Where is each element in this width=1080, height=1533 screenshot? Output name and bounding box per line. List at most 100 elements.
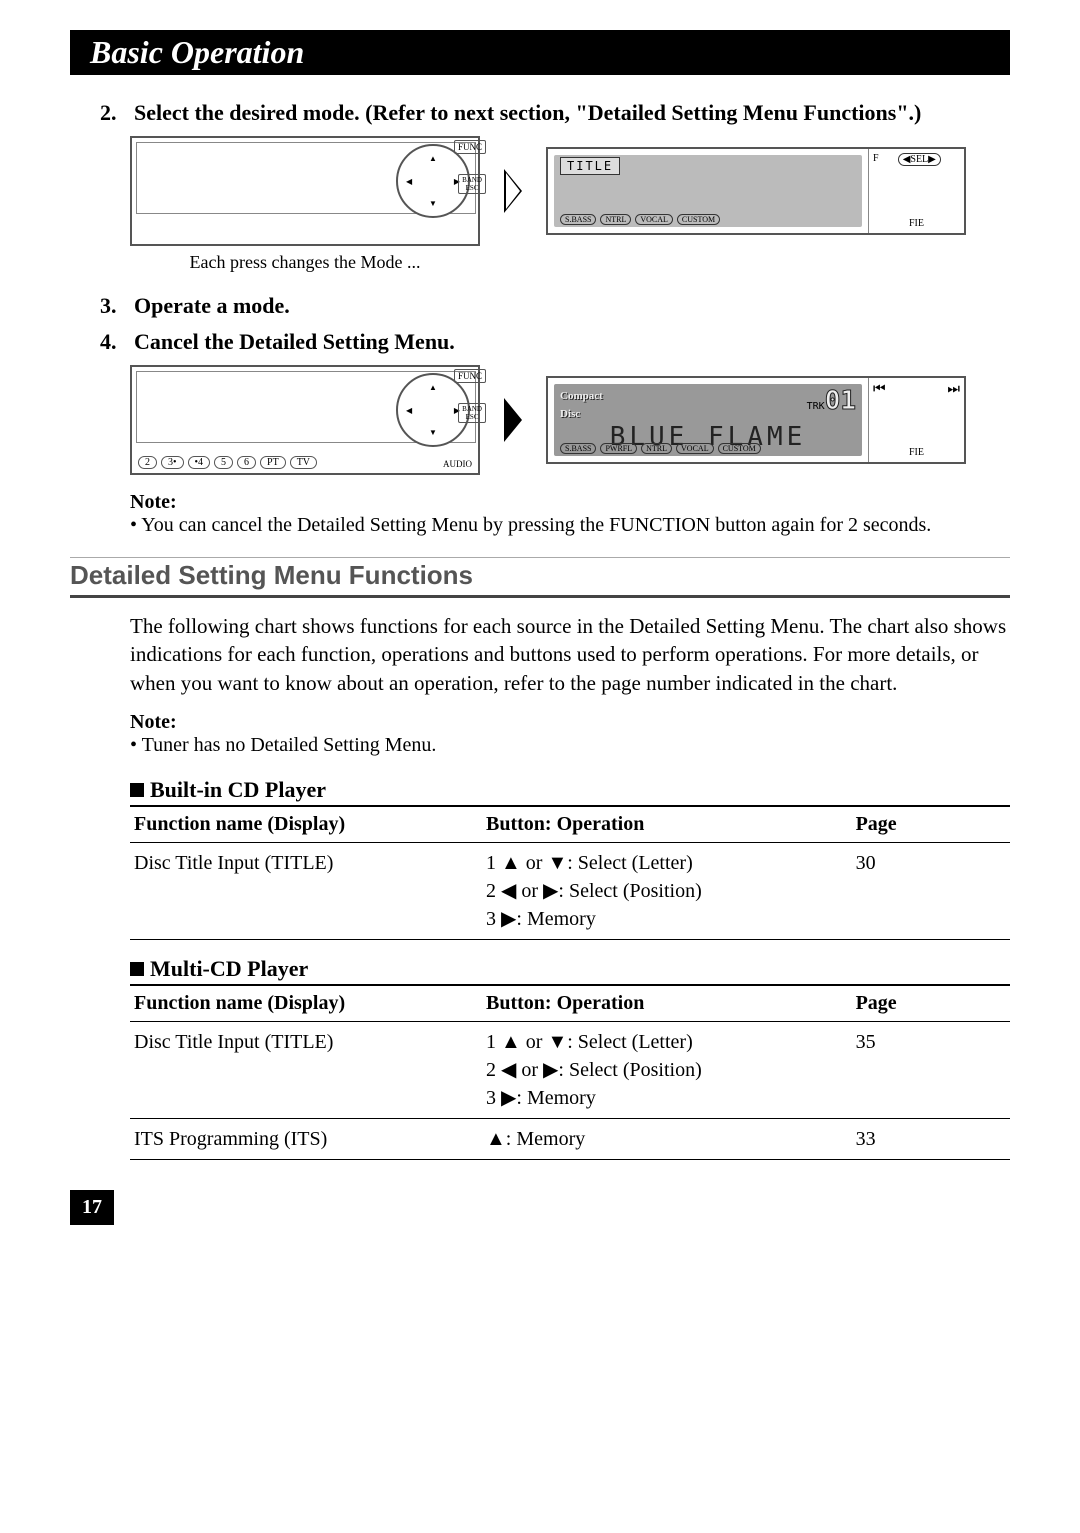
section-intro: The following chart shows functions for … [130, 612, 1010, 697]
lcd2-btm-0: S.BASS [560, 443, 596, 454]
device-knob: ▲ ▼ ◀ ▶ FUNC BAND ESC [396, 144, 470, 218]
step-3-text: Operate a mode. [134, 293, 290, 319]
lcd-f: F [873, 153, 879, 166]
next-icon: ⏭ [947, 382, 960, 398]
func-label-2: FUNC [454, 369, 486, 383]
section-title: Detailed Setting Menu Functions [70, 560, 473, 590]
illustration-row-1: ▲ ▼ ◀ ▶ FUNC BAND ESC TITLE S.BASS NTRL … [130, 136, 1010, 246]
table-mcd: Function name (Display) Button: Operatio… [130, 984, 1010, 1160]
btn-pt: PT [260, 456, 286, 469]
audio-label: AUDIO [443, 459, 472, 469]
lcd-play-screen: Compact Disc TRK01 BLUE FLAME S.BASS PWR… [546, 376, 966, 464]
lcd2-fie: FIE [873, 447, 960, 458]
lcd-side-2: ⏮ ⏭ FIE [868, 378, 964, 462]
table-row: ITS Programming (ITS) ▲: Memory 33 [130, 1119, 1010, 1160]
lcd-sel: ◀SEL▶ [898, 153, 941, 166]
caption-1: Each press changes the Mode ... [130, 252, 480, 273]
table-title-cd: Built-in CD Player [130, 777, 1010, 803]
btn-3: 3• [161, 456, 184, 469]
lcd-main: TITLE S.BASS NTRL VOCAL CUSTOM [554, 155, 862, 227]
page-title: Basic Operation [90, 34, 304, 70]
mcd-r1-op: ▲: Memory [482, 1119, 852, 1160]
lcd-bottom-labels-2: S.BASS PWRFL NTRL VOCAL CUSTOM [560, 443, 856, 454]
table-cd: Function name (Display) Button: Operatio… [130, 805, 1010, 940]
btn-2: 2 [138, 456, 157, 469]
th-op-2: Button: Operation [482, 985, 852, 1022]
th-op: Button: Operation [482, 806, 852, 843]
mcd-r0-pg: 35 [852, 1022, 1010, 1119]
arrow-up-icon: ▲ [429, 383, 437, 392]
lcd-main-2: Compact Disc TRK01 BLUE FLAME S.BASS PWR… [554, 384, 862, 456]
lcd-btm-3: VOCAL [635, 214, 673, 225]
note-block-2: Note: • Tuner has no Detailed Setting Me… [130, 711, 1010, 757]
cd-r0-pg: 30 [852, 843, 1010, 940]
page-title-band: Basic Operation [70, 30, 1010, 75]
arrow-up-icon: ▲ [429, 154, 437, 163]
lcd-btm-4: CUSTOM [677, 214, 720, 225]
device-num-buttons: 2 3• •4 5 6 PT TV [138, 456, 317, 469]
btn-4: •4 [188, 456, 211, 469]
lcd-bottom-labels: S.BASS NTRL VOCAL CUSTOM [560, 214, 856, 225]
step-3: 3. Operate a mode. [100, 293, 1010, 319]
th-fn: Function name (Display) [130, 806, 482, 843]
table-title-mcd: Multi-CD Player [130, 956, 1010, 982]
arrow-left-icon: ◀ [406, 406, 412, 415]
arrow-left-icon: ◀ [406, 177, 412, 186]
lcd-corner-title: TITLE [560, 157, 620, 175]
device-illustration-2: ▲ ▼ ◀ ▶ FUNC BAND ESC 2 3• •4 5 6 PT TV … [130, 365, 480, 475]
device-illustration-1: ▲ ▼ ◀ ▶ FUNC BAND ESC [130, 136, 480, 246]
step-4: 4. Cancel the Detailed Setting Menu. [100, 329, 1010, 355]
lcd-trk: TRK01 [807, 386, 856, 416]
step-3-num: 3. [100, 293, 134, 319]
arrow-right-solid-icon [504, 398, 522, 442]
device-knob-2: ▲ ▼ ◀ ▶ FUNC BAND ESC [396, 373, 470, 447]
arrow-down-icon: ▼ [429, 199, 437, 208]
arrow-right-hollow-icon [504, 169, 522, 213]
lcd-side: F ◀SEL▶ FIE [868, 149, 964, 233]
illustration-row-2: ▲ ▼ ◀ ▶ FUNC BAND ESC 2 3• •4 5 6 PT TV … [130, 365, 1010, 475]
page-number: 17 [70, 1190, 114, 1225]
lcd-compact-disc: Compact Disc [560, 390, 603, 420]
func-label: FUNC [454, 140, 486, 154]
note-label-1: Note: [130, 491, 1010, 514]
cd-r0-op: 1 ▲ or ▼: Select (Letter) 2 ◀ or ▶: Sele… [482, 843, 852, 940]
mcd-r0-fn: Disc Title Input (TITLE) [130, 1022, 482, 1119]
mcd-r1-fn: ITS Programming (ITS) [130, 1119, 482, 1160]
lcd-title-screen: TITLE S.BASS NTRL VOCAL CUSTOM F ◀SEL▶ F… [546, 147, 966, 235]
lcd2-btm-3: VOCAL [676, 443, 714, 454]
th-pg-2: Page [852, 985, 1010, 1022]
btn-5: 5 [214, 456, 233, 469]
th-fn-2: Function name (Display) [130, 985, 482, 1022]
note-block-1: Note: • You can cancel the Detailed Sett… [130, 491, 1010, 537]
cd-r0-fn: Disc Title Input (TITLE) [130, 843, 482, 940]
note-body-1: • You can cancel the Detailed Setting Me… [130, 514, 1010, 537]
step-4-text: Cancel the Detailed Setting Menu. [134, 329, 455, 355]
band-esc-label-2: BAND ESC [458, 403, 486, 423]
note-body-2: • Tuner has no Detailed Setting Menu. [130, 734, 1010, 757]
lcd-btm-0: S.BASS [560, 214, 596, 225]
band-esc-label: BAND ESC [458, 174, 486, 194]
step-2-num: 2. [100, 100, 134, 126]
mcd-r1-pg: 33 [852, 1119, 1010, 1160]
btn-6: 6 [237, 456, 256, 469]
arrow-down-icon: ▼ [429, 428, 437, 437]
th-pg: Page [852, 806, 1010, 843]
prev-icon: ⏮ [873, 382, 886, 398]
page: Basic Operation 2. Select the desired mo… [0, 0, 1080, 1255]
square-bullet-icon [130, 783, 144, 797]
step-2: 2. Select the desired mode. (Refer to ne… [100, 100, 1010, 126]
note-label-2: Note: [130, 711, 1010, 734]
mcd-r0-op: 1 ▲ or ▼: Select (Letter) 2 ◀ or ▶: Sele… [482, 1022, 852, 1119]
lcd2-btm-1: PWRFL [600, 443, 637, 454]
lcd2-btm-4: CUSTOM [718, 443, 761, 454]
lcd-fie: FIE [873, 218, 960, 229]
lcd2-btm-2: NTRL [641, 443, 672, 454]
btn-tv: TV [290, 456, 317, 469]
square-bullet-icon [130, 962, 144, 976]
step-4-num: 4. [100, 329, 134, 355]
table-row: Disc Title Input (TITLE) 1 ▲ or ▼: Selec… [130, 1022, 1010, 1119]
table-row: Disc Title Input (TITLE) 1 ▲ or ▼: Selec… [130, 843, 1010, 940]
lcd-btm-2: NTRL [600, 214, 631, 225]
section-detailed-functions: Detailed Setting Menu Functions [70, 557, 1010, 598]
step-2-text: Select the desired mode. (Refer to next … [134, 100, 921, 126]
